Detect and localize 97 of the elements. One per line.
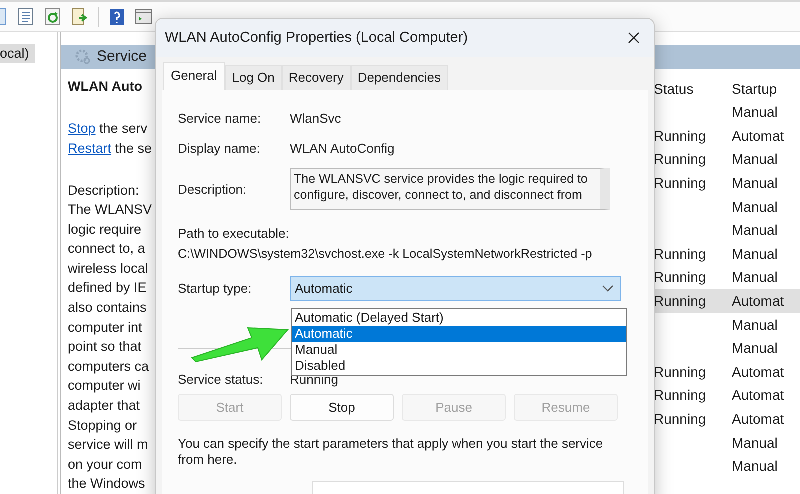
table-row[interactable]: Running Manual	[651, 148, 800, 172]
action-text: Restart the se	[68, 140, 154, 158]
startup-cell: Manual	[732, 104, 778, 120]
properties-icon[interactable]	[17, 8, 35, 26]
table-row[interactable]: Running Manual	[651, 171, 800, 195]
startup-cell: Manual	[732, 175, 778, 192]
startup-cell: Manual	[732, 458, 778, 474]
dropdown-option[interactable]: Automatic	[292, 326, 626, 342]
tab[interactable]: General	[163, 62, 226, 90]
field-label: Path to executable:	[178, 225, 290, 243]
status-cell: Running	[654, 364, 706, 380]
action-link[interactable]: Restart	[68, 140, 112, 156]
description-line: on your com	[68, 456, 144, 474]
service-button[interactable]: Stop	[290, 394, 394, 421]
table-row[interactable]: Running Automat	[651, 124, 800, 148]
startup-cell: Automat	[732, 364, 784, 380]
hint-text: You can specify the start parameters that apply when you start the service from here.	[178, 436, 604, 468]
description-line: point so that	[68, 338, 143, 356]
status-cell: Running	[654, 411, 706, 428]
field-label: Service name:	[178, 110, 262, 126]
description-line: logic require	[68, 220, 143, 239]
field-label: Display name:	[178, 140, 262, 156]
table-row[interactable]: Manual	[651, 218, 800, 242]
help-icon[interactable]	[108, 8, 126, 26]
description-line: connect to, a	[68, 240, 146, 258]
description-line: configure, discover, connect to, and disconnect from	[294, 187, 584, 203]
startup-cell: Automat	[732, 128, 784, 144]
field-label: Description:	[178, 182, 248, 196]
startup-cell: Manual	[732, 316, 778, 333]
dropdown-option[interactable]: Disabled	[292, 358, 626, 374]
tab[interactable]: Dependencies	[350, 65, 448, 90]
description-line: also contains	[68, 299, 148, 318]
field-value: WLAN AutoConfig	[290, 140, 395, 156]
table-row[interactable]: Running Automat	[651, 384, 800, 408]
table-row[interactable]: Manual	[651, 336, 800, 360]
startup-type-dropdown[interactable]: Automatic	[290, 276, 621, 301]
table-row[interactable]: Manual	[651, 194, 800, 218]
startup-cell: Manual	[732, 198, 778, 215]
tab[interactable]: Recovery	[282, 65, 351, 90]
description-line: The WLANSV	[68, 201, 154, 220]
column-header[interactable]: Status	[651, 80, 732, 96]
startup-cell: Manual	[732, 434, 778, 451]
refresh-icon[interactable]	[44, 8, 62, 26]
table-row[interactable]: Manual	[651, 100, 800, 124]
dropdown-option[interactable]: Manual	[292, 342, 626, 358]
table-row[interactable]: Manual	[651, 430, 800, 454]
description-line: computer wi	[68, 377, 142, 396]
description-line: adapter that	[68, 397, 142, 416]
table-row[interactable]: Manual	[651, 312, 800, 336]
description-label: Description:	[68, 182, 140, 200]
status-cell: Running	[654, 269, 706, 286]
startup-cell: Manual	[732, 151, 778, 168]
startup-cell: Manual	[732, 340, 778, 356]
table-row[interactable]: Running Manual	[651, 266, 800, 290]
startup-cell: Manual	[732, 269, 778, 286]
chevron-down-icon	[602, 285, 614, 292]
table-row[interactable]: Running Automat	[651, 407, 800, 431]
startup-cell: Automat	[732, 411, 784, 428]
path-value: C:\WINDOWS\system32\svchost.exe -k LocalSystemNetworkRestricted -p	[178, 246, 594, 263]
status-cell: Running	[654, 387, 706, 404]
panel-title: Service	[97, 48, 148, 66]
status-cell: Running	[654, 293, 706, 310]
description-line: computers ca	[68, 358, 150, 376]
table-row[interactable]: Running Manual	[651, 242, 800, 266]
field-label: Service status:	[178, 372, 264, 386]
column-header[interactable]: Startup	[732, 80, 800, 96]
startup-cell: Manual	[732, 222, 778, 238]
description-line: computer int	[68, 318, 144, 337]
description-line: Stopping or	[68, 416, 138, 435]
field-value: WlanSvc	[290, 110, 342, 126]
tab[interactable]: Log On	[225, 65, 282, 90]
description-line: The WLANSVC service provides the logic required to	[294, 171, 589, 187]
close-icon[interactable]	[628, 32, 640, 44]
status-cell: Running	[654, 175, 706, 192]
startup-cell: Automat	[732, 293, 784, 310]
action-link[interactable]: Stop	[68, 120, 96, 136]
console-icon[interactable]	[135, 8, 153, 26]
gear-icon	[75, 48, 91, 65]
table-row[interactable]: Manual	[651, 454, 800, 478]
window-title: WLAN AutoConfig Properties (Local Computer)	[165, 30, 468, 46]
action-text: Stop the serv	[68, 120, 149, 138]
startup-cell: Automat	[732, 387, 784, 404]
status-cell: Running	[654, 151, 706, 168]
description-line: defined by IE	[68, 279, 148, 298]
description-line: service will m	[68, 436, 150, 454]
export-icon[interactable]	[71, 8, 89, 26]
table-row[interactable]: Running Automat	[651, 360, 800, 384]
description-line: wireless local	[68, 260, 150, 278]
status-cell: Running	[654, 128, 706, 144]
service-title: WLAN Auto	[68, 78, 144, 96]
description-box[interactable]: The WLANSVC service provides the logic required to configure, discover, connect to, and disconnect from	[290, 168, 610, 210]
tree-item[interactable]: ocal)	[0, 44, 36, 63]
startup-cell: Manual	[732, 246, 778, 262]
dropdown-option[interactable]: Automatic (Delayed Start)	[292, 310, 626, 326]
description-line: the Windows	[68, 475, 146, 494]
field-label: Startup type:	[178, 281, 253, 296]
status-cell: Running	[654, 246, 706, 262]
